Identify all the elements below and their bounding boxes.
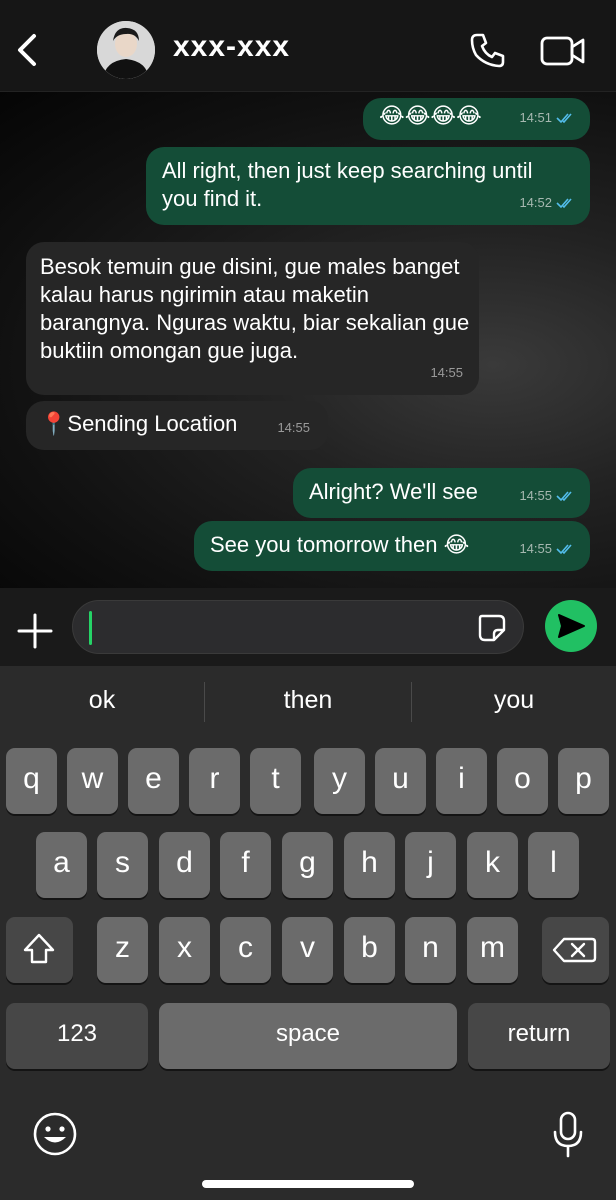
message-text: 📍Sending Location <box>40 411 238 436</box>
double-check-icon <box>556 113 572 124</box>
chat-header: xxx-xxx <box>0 0 616 92</box>
microphone-icon[interactable] <box>550 1110 586 1160</box>
message-time: 14:51 <box>519 110 552 125</box>
key[interactable]: i <box>436 748 487 814</box>
suggestion-item[interactable]: you <box>412 686 616 715</box>
key[interactable]: m <box>467 917 518 983</box>
key[interactable]: u <box>375 748 426 814</box>
video-camera-icon[interactable] <box>540 34 586 68</box>
key[interactable]: g <box>282 832 333 898</box>
location-message-bubble[interactable]: 📍Sending Location 14:55 <box>26 401 328 450</box>
message-time: 14:52 <box>519 195 552 210</box>
message-bubble-outgoing[interactable]: Alright? We'll see 14:55 <box>293 468 590 518</box>
plus-icon[interactable] <box>16 612 54 650</box>
avatar[interactable] <box>97 21 155 79</box>
chevron-left-icon[interactable] <box>10 28 44 72</box>
contact-name[interactable]: xxx-xxx <box>173 30 290 64</box>
message-bubble-incoming[interactable]: Besok temuin gue disini, gue males bange… <box>26 242 479 395</box>
key[interactable]: e <box>128 748 179 814</box>
key[interactable]: o <box>497 748 548 814</box>
message-time: 14:55 <box>519 541 552 556</box>
double-check-icon <box>556 491 572 502</box>
message-meta: 14:55 <box>519 535 576 563</box>
key[interactable]: q <box>6 748 57 814</box>
message-meta: 14:55 <box>430 359 463 387</box>
key[interactable]: s <box>97 832 148 898</box>
suggestion-item[interactable]: then <box>205 686 411 715</box>
key[interactable]: y <box>314 748 365 814</box>
message-text: All right, then just keep searching unti… <box>162 158 533 211</box>
emoji-icon[interactable] <box>31 1110 79 1158</box>
text-caret <box>89 611 92 645</box>
message-meta: 14:51 <box>519 104 576 132</box>
key[interactable]: p <box>558 748 609 814</box>
suggestion-bar: ok then you <box>0 666 616 738</box>
message-text: Besok temuin gue disini, gue males bange… <box>40 254 470 363</box>
send-button[interactable] <box>545 600 597 652</box>
key[interactable]: j <box>405 832 456 898</box>
message-meta: 14:55 <box>277 414 310 442</box>
keyboard: ok then you q w e r t y u i o p a s d f … <box>0 666 616 1200</box>
shift-icon <box>23 933 55 964</box>
space-key[interactable]: space <box>159 1003 457 1069</box>
key[interactable]: v <box>282 917 333 983</box>
key[interactable]: b <box>344 917 395 983</box>
key[interactable]: t <box>250 748 301 814</box>
key[interactable]: r <box>189 748 240 814</box>
message-meta: 14:55 <box>519 482 576 510</box>
composer-bar <box>0 588 616 666</box>
key[interactable]: a <box>36 832 87 898</box>
message-input[interactable] <box>72 600 524 654</box>
backspace-key[interactable] <box>542 917 609 983</box>
return-key[interactable]: return <box>468 1003 610 1069</box>
key[interactable]: w <box>67 748 118 814</box>
key[interactable]: h <box>344 832 395 898</box>
key[interactable]: f <box>220 832 271 898</box>
message-time: 14:55 <box>519 488 552 503</box>
shift-key[interactable] <box>6 917 73 983</box>
message-bubble-outgoing[interactable]: See you tomorrow then 😂 14:55 <box>194 521 590 571</box>
key[interactable]: x <box>159 917 210 983</box>
backspace-icon <box>552 937 597 963</box>
message-time: 14:55 <box>277 420 310 435</box>
key[interactable]: c <box>220 917 271 983</box>
avatar-image <box>97 21 155 79</box>
suggestion-item[interactable]: ok <box>0 686 204 715</box>
key[interactable]: n <box>405 917 456 983</box>
double-check-icon <box>556 198 572 209</box>
message-bubble-outgoing[interactable]: All right, then just keep searching unti… <box>146 147 590 225</box>
key[interactable]: d <box>159 832 210 898</box>
numbers-key[interactable]: 123 <box>6 1003 148 1069</box>
key[interactable]: k <box>467 832 518 898</box>
message-time: 14:55 <box>430 365 463 380</box>
message-bubble-outgoing[interactable]: 😂😂😂😂 14:51 <box>363 98 590 140</box>
double-check-icon <box>556 544 572 555</box>
phone-icon[interactable] <box>468 30 508 70</box>
sticker-icon[interactable] <box>477 613 507 643</box>
key[interactable]: z <box>97 917 148 983</box>
key[interactable]: l <box>528 832 579 898</box>
message-meta: 14:52 <box>519 189 576 217</box>
message-list[interactable]: 😂😂😂😂 14:51 All right, then just keep sea… <box>0 92 616 588</box>
home-indicator[interactable] <box>202 1180 414 1188</box>
send-icon <box>558 614 585 638</box>
